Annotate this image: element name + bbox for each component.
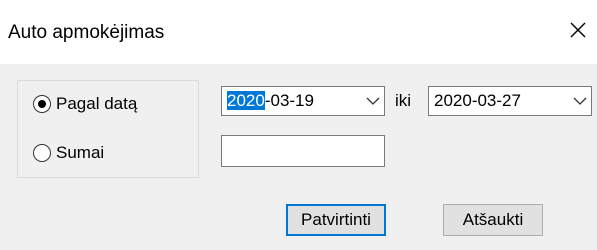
radio-checked-dot (38, 100, 46, 108)
close-button[interactable] (560, 12, 596, 48)
cancel-button[interactable]: Atšaukti (443, 204, 543, 236)
date-range-separator: iki (395, 91, 412, 110)
date-to-value: 2020-03-27 (434, 91, 521, 110)
date-from-picker[interactable]: 2020-03-19 (221, 86, 385, 116)
amount-input[interactable] (221, 135, 385, 167)
close-icon (570, 22, 586, 38)
radio-by-amount[interactable]: Sumai (33, 143, 104, 163)
chevron-down-icon[interactable] (366, 96, 380, 106)
date-from-rest: -03-19 (264, 91, 314, 110)
radio-button-by-amount[interactable] (33, 144, 51, 162)
radio-button-by-date[interactable] (33, 95, 51, 113)
confirm-button[interactable]: Patvirtinti (286, 204, 386, 236)
radio-label-by-amount: Sumai (56, 143, 105, 162)
date-from-year-selected: 2020 (227, 91, 265, 110)
chevron-down-icon[interactable] (573, 96, 587, 106)
date-from-value: 2020-03-19 (227, 91, 314, 111)
date-to-picker[interactable]: 2020-03-27 (428, 86, 592, 116)
window-title: Auto apmokėjimas (8, 22, 165, 43)
title-bar: Auto apmokėjimas (0, 0, 597, 64)
radio-label-by-date: Pagal datą (56, 94, 138, 113)
radio-by-date[interactable]: Pagal datą (33, 94, 137, 114)
